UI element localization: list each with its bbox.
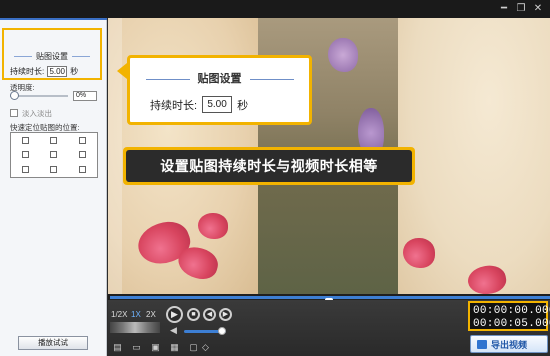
play-try-button[interactable]: 播放试试 bbox=[18, 336, 88, 350]
flower-image bbox=[198, 213, 228, 239]
callout-arrow bbox=[117, 63, 127, 79]
duration-row: 持续时长: 5.00 秒 bbox=[10, 66, 78, 77]
callout-duration-row: 持续时长: 5.00 秒 bbox=[150, 96, 248, 113]
position-top-right[interactable] bbox=[79, 136, 87, 144]
current-time: 00:00:00.000 bbox=[473, 305, 550, 317]
volume-knob[interactable] bbox=[217, 327, 226, 335]
play-icon[interactable]: ▶ bbox=[166, 306, 183, 323]
position-top-center[interactable] bbox=[50, 136, 58, 144]
duration-input[interactable]: 5.00 bbox=[47, 66, 68, 77]
total-time: 00:00:05.000 bbox=[473, 318, 550, 330]
panel-accent-strip bbox=[0, 18, 107, 20]
callout-card: 贴图设置 持续时长: 5.00 秒 bbox=[127, 55, 312, 125]
position-top-left[interactable] bbox=[21, 136, 29, 144]
folder-icon[interactable]: ▭ bbox=[131, 342, 142, 353]
volume-icon[interactable]: ◀ bbox=[170, 326, 182, 335]
prev-frame-icon[interactable]: ◀ bbox=[203, 308, 216, 321]
title-bar: ━ ❐ ✕ bbox=[0, 0, 550, 18]
video-edge-bar bbox=[108, 18, 122, 294]
speed-1x-button[interactable]: 1X bbox=[131, 309, 141, 320]
position-center[interactable] bbox=[50, 151, 58, 159]
mini-timeline[interactable] bbox=[110, 322, 160, 333]
save-icon[interactable]: ▦ bbox=[169, 342, 180, 353]
position-grid bbox=[10, 132, 98, 178]
speed-2x-button[interactable]: 2X bbox=[146, 309, 156, 320]
callout-duration-unit: 秒 bbox=[237, 99, 249, 112]
speed-half-button[interactable]: 1/2X bbox=[111, 309, 127, 320]
position-bottom-right[interactable] bbox=[79, 166, 87, 174]
flower-image bbox=[403, 238, 435, 268]
fade-label: 淡入淡出 bbox=[22, 109, 52, 118]
export-label: 导出视频 bbox=[491, 339, 528, 350]
edit-icon[interactable]: ▤ bbox=[112, 342, 123, 353]
callout-title: 贴图设置 bbox=[130, 70, 309, 86]
duration-label: 持续时长: bbox=[10, 67, 45, 76]
position-middle-right[interactable] bbox=[79, 151, 87, 159]
position-bottom-center[interactable] bbox=[50, 166, 58, 174]
open-icon[interactable]: ▣ bbox=[150, 342, 161, 353]
time-display: 00:00:00.000 00:00:05.000 bbox=[468, 301, 550, 331]
crop-icon[interactable]: ▢ bbox=[188, 342, 199, 353]
flower-image bbox=[328, 38, 358, 72]
export-video-button[interactable]: 导出视频 bbox=[470, 335, 548, 353]
tip-banner: 设置贴图持续时长与视频时长相等 bbox=[123, 147, 415, 185]
position-bottom-left[interactable] bbox=[21, 166, 29, 174]
duration-unit: 秒 bbox=[70, 67, 79, 76]
opacity-slider-knob[interactable] bbox=[10, 91, 19, 100]
callout-duration-input: 5.00 bbox=[202, 96, 233, 113]
callout-duration-label: 持续时长: bbox=[150, 99, 198, 112]
tip-text: 设置贴图持续时长与视频时长相等 bbox=[126, 150, 412, 182]
export-icon bbox=[477, 339, 487, 349]
minimize-icon[interactable]: ━ bbox=[497, 2, 511, 16]
restore-icon[interactable]: ❐ bbox=[514, 2, 528, 16]
close-icon[interactable]: ✕ bbox=[531, 2, 545, 16]
section-title: 贴图设置 bbox=[4, 51, 100, 62]
next-frame-icon[interactable]: ▶ bbox=[219, 308, 232, 321]
stop-icon[interactable]: ■ bbox=[187, 308, 200, 321]
position-middle-left[interactable] bbox=[21, 151, 29, 159]
opacity-input[interactable]: 0% bbox=[73, 91, 97, 101]
fade-checkbox[interactable] bbox=[10, 109, 18, 117]
share-icon[interactable]: ◇ bbox=[200, 342, 211, 353]
